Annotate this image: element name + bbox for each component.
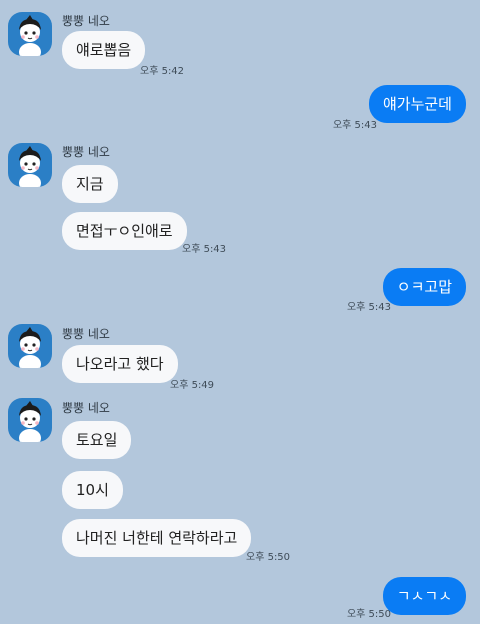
sender-name: 뿡뿡 네오 [62,14,110,28]
message-bubble[interactable]: 면접ㅜㅇ인애로 [62,212,187,250]
message-time: 오후 5:42 [140,66,185,77]
message-time: 오후 5:43 [346,302,391,313]
message-bubble[interactable]: 나머진 너한테 연락하라고 [62,519,252,557]
message-bubble[interactable]: 토요일 [62,421,132,459]
message-time: 오후 5:43 [332,120,377,131]
message-bubble[interactable]: 10시 [62,471,123,509]
message-time: 오후 5:50 [246,552,291,563]
sender-name: 뿡뿡 네오 [62,401,110,415]
chat-room: 뿡뿡 네오 얘로뽑음 오후 5:42 얘가누군데 오후 5:43 뿡뿡 네오 지… [0,0,480,624]
message-bubble-outgoing[interactable]: 얘가누군데 [368,85,466,123]
profile-avatar[interactable] [8,398,52,442]
sender-name: 뿡뿡 네오 [62,327,110,341]
sender-name: 뿡뿡 네오 [62,145,110,159]
neo-character-icon [19,146,41,187]
message-time: 오후 5:49 [170,380,215,391]
message-bubble[interactable]: 얘로뽑음 [62,31,146,69]
message-bubble[interactable]: 나오라고 했다 [62,345,178,383]
profile-avatar[interactable] [8,12,52,56]
neo-character-icon [19,15,41,56]
neo-character-icon [19,401,41,442]
neo-character-icon [19,327,41,368]
message-bubble-outgoing[interactable]: ㅇㅋ고맙 [382,268,466,306]
message-bubble[interactable]: 지금 [62,165,118,203]
message-time: 오후 5:50 [346,609,391,620]
profile-avatar[interactable] [8,324,52,368]
profile-avatar[interactable] [8,143,52,187]
message-bubble-outgoing[interactable]: ㄱㅅㄱㅅ [382,577,466,615]
message-time: 오후 5:43 [182,244,227,255]
